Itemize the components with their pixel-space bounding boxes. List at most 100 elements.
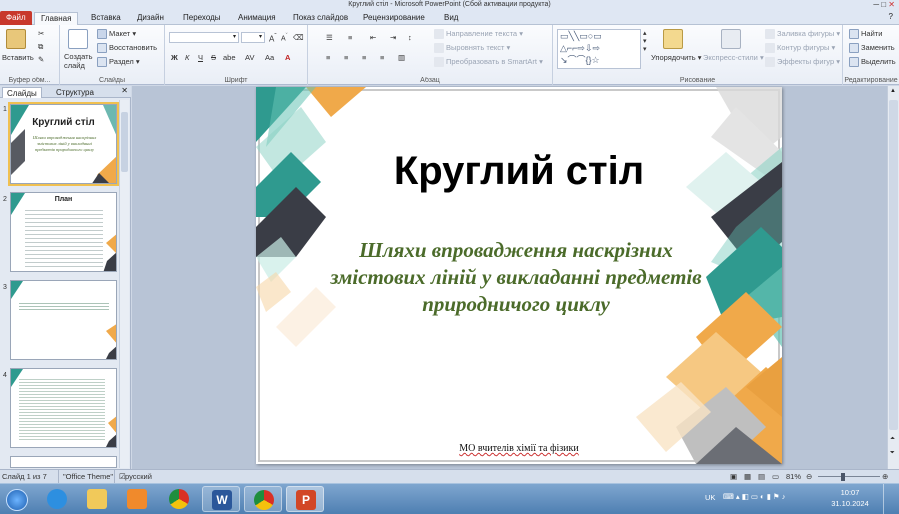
find-button[interactable]: Найти — [849, 29, 882, 40]
shape-outline-button[interactable]: Контур фигуры ▾ — [765, 43, 835, 54]
line-spacing-icon[interactable]: ↕ — [408, 33, 412, 42]
arrange-icon[interactable] — [663, 29, 683, 49]
sorter-view-icon[interactable]: ▦ — [744, 470, 751, 483]
tab-review[interactable]: Рецензирование — [363, 12, 425, 25]
align-center-icon[interactable]: ≡ — [344, 53, 348, 62]
align-text-button[interactable]: Выровнять текст ▾ — [434, 43, 510, 54]
copy-icon[interactable]: ⧉ — [38, 42, 43, 52]
show-desktop-button[interactable] — [883, 484, 895, 514]
tray-icons[interactable]: ⌨ ▴ ◧ ▭ ◐ ▮ ⚑ ♪ — [723, 492, 785, 501]
shape-fill-button[interactable]: Заливка фигуры ▾ — [765, 29, 840, 40]
arrange-button[interactable]: Упорядочить ▾ — [651, 53, 702, 62]
taskbar-powerpoint[interactable]: P — [286, 486, 324, 512]
case-button[interactable]: Aa — [265, 53, 274, 62]
reset-button[interactable]: Восстановить — [97, 43, 157, 54]
slide-title[interactable]: Круглий стіл — [256, 149, 782, 194]
replace-button[interactable]: Заменить — [849, 43, 895, 54]
quick-styles-button[interactable]: Экспресс-стили ▾ — [703, 53, 764, 62]
slide-thumbnail[interactable] — [10, 368, 117, 448]
taskbar-word[interactable]: W — [202, 486, 240, 512]
next-slide-icon[interactable]: ⏷ — [890, 450, 895, 457]
close-icon[interactable]: ✕ — [888, 0, 895, 9]
decrease-indent-icon[interactable]: ⇤ — [370, 33, 376, 42]
slideshow-view-icon[interactable]: ▭ — [772, 470, 779, 483]
shadow-button[interactable]: abe — [223, 53, 236, 62]
text-direction-button[interactable]: Направление текста ▾ — [434, 29, 523, 40]
current-slide[interactable]: Круглий стіл Шляхи впровадження наскрізн… — [256, 87, 782, 464]
spacing-button[interactable]: AV — [245, 53, 254, 62]
slide-thumbnail[interactable] — [10, 456, 117, 468]
taskbar-explorer[interactable] — [78, 486, 116, 512]
scroll-thumb[interactable] — [889, 100, 898, 430]
shrink-font-button[interactable]: Aˇ — [281, 33, 288, 42]
taskbar-chrome[interactable] — [160, 486, 198, 512]
taskbar-chrome-2[interactable] — [244, 486, 282, 512]
justify-icon[interactable]: ≡ — [380, 53, 384, 62]
language[interactable]: русский — [125, 470, 152, 483]
shape-effects-button[interactable]: Эффекты фигур ▾ — [765, 57, 840, 68]
tab-home[interactable]: Главная — [34, 12, 79, 26]
taskbar-media[interactable] — [118, 486, 156, 512]
cut-icon[interactable]: ✂ — [38, 29, 44, 38]
close-icon[interactable]: ✕ — [121, 86, 128, 95]
slide-footer[interactable]: МО вчителів хімії та фізики — [256, 443, 782, 454]
columns-icon[interactable]: ▥ — [398, 53, 405, 62]
bullets-icon[interactable]: ☰ — [326, 33, 333, 42]
scroll-thumb[interactable] — [121, 112, 128, 172]
quick-styles-icon[interactable] — [721, 29, 741, 49]
taskbar-ie[interactable] — [38, 486, 76, 512]
new-slide-button[interactable]: Создать слайд — [64, 52, 94, 70]
align-left-icon[interactable]: ≡ — [326, 53, 330, 62]
paste-icon[interactable] — [6, 29, 26, 49]
help-icon[interactable]: ? — [889, 12, 893, 21]
slide-subtitle[interactable]: Шляхи впровадження наскрізних змістових … — [311, 237, 721, 318]
shapes-gallery[interactable]: ▭╲╲▭○▭ △⌐⌐⇨⇩⇨ ↘⌒⌒{}☆ — [557, 29, 641, 69]
tab-design[interactable]: Дизайн — [137, 12, 164, 25]
panel-scrollbar[interactable] — [119, 100, 129, 468]
tab-file[interactable]: Файл — [0, 11, 32, 25]
input-language[interactable]: UK — [705, 493, 715, 502]
increase-indent-icon[interactable]: ⇥ — [390, 33, 396, 42]
tab-slideshow[interactable]: Показ слайдов — [293, 12, 348, 25]
gallery-scroll[interactable]: ▴ ▾ ▾ — [643, 29, 647, 53]
format-painter-icon[interactable]: ✎ — [38, 55, 44, 64]
underline-button[interactable]: Ч — [198, 53, 203, 62]
bold-button[interactable]: Ж — [171, 53, 178, 62]
new-slide-icon[interactable] — [68, 29, 88, 49]
font-color-button[interactable]: A — [285, 53, 290, 62]
clear-format-icon[interactable]: ⌫ — [293, 33, 304, 42]
zoom-out-icon[interactable]: ⊖ — [806, 470, 812, 483]
normal-view-icon[interactable]: ▣ — [730, 470, 737, 483]
zoom-slider-thumb[interactable] — [841, 473, 845, 481]
tab-transitions[interactable]: Переходы — [183, 12, 221, 25]
tab-slides[interactable]: Слайды — [2, 87, 42, 98]
italic-button[interactable]: К — [185, 53, 189, 62]
zoom-level[interactable]: 81% — [786, 470, 801, 483]
tab-animation[interactable]: Анимация — [238, 12, 276, 25]
reading-view-icon[interactable]: ▤ — [758, 470, 765, 483]
grow-font-button[interactable]: Aˆ — [269, 33, 277, 44]
strike-button[interactable]: S — [211, 53, 216, 62]
clock-time[interactable]: 10:07 — [825, 488, 875, 497]
section-button[interactable]: Раздел ▾ — [97, 57, 140, 68]
slide-thumbnail[interactable] — [10, 280, 117, 360]
scroll-up-icon[interactable]: ▲ — [890, 88, 896, 94]
font-name-select[interactable]: ▾ — [169, 32, 239, 43]
tab-insert[interactable]: Вставка — [91, 12, 121, 25]
spellcheck-icon[interactable]: ☑ — [114, 470, 126, 483]
align-right-icon[interactable]: ≡ — [362, 53, 366, 62]
prev-slide-icon[interactable]: ⏶ — [890, 436, 895, 443]
numbering-icon[interactable]: ≡ — [348, 33, 352, 42]
maximize-icon[interactable]: □ — [881, 0, 886, 9]
font-size-select[interactable]: ▾ — [241, 32, 265, 43]
clock-date[interactable]: 31.10.2024 — [825, 499, 875, 508]
select-button[interactable]: Выделить — [849, 57, 896, 68]
zoom-in-icon[interactable]: ⊕ — [882, 470, 888, 483]
paste-button[interactable]: Вставить — [2, 53, 34, 62]
start-button[interactable] — [0, 486, 38, 512]
minimize-icon[interactable]: ─ — [873, 0, 879, 9]
tab-outline[interactable]: Структура — [52, 87, 98, 98]
slide-thumbnail[interactable]: Круглий стіл Шляхи впровадження наскрізн… — [8, 102, 119, 186]
smartart-button[interactable]: Преобразовать в SmartArt ▾ — [434, 57, 543, 68]
slide-thumbnail[interactable]: План — [10, 192, 117, 272]
